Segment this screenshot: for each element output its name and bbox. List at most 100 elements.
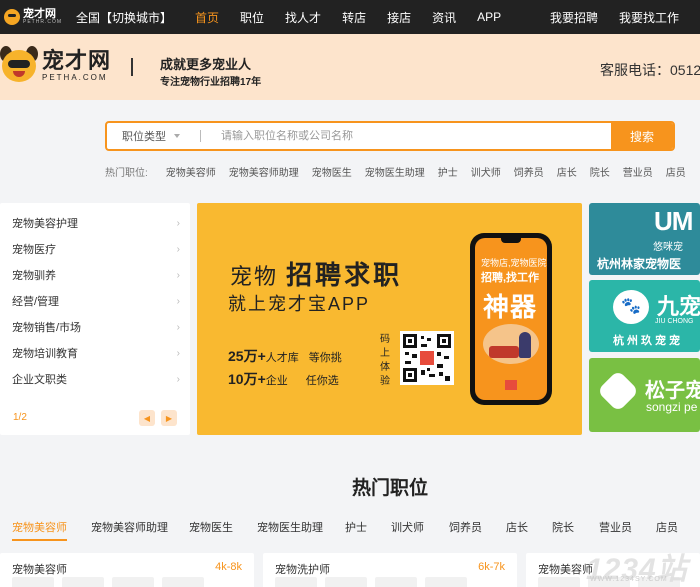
header-divider [131, 58, 133, 76]
hot-job-link[interactable]: 店长 [557, 164, 577, 179]
stat-tag: 等你挑 [308, 352, 342, 364]
site-logo-small[interactable]: 宠才网 PETHR.COM [4, 9, 64, 25]
nav-talent[interactable]: 找人才 [285, 9, 321, 26]
logo-name: 宠才网 [42, 48, 112, 73]
category-label: 宠物驯养 [12, 270, 56, 282]
hot-job-link[interactable]: 院长 [590, 164, 610, 179]
tab-pet-groomer[interactable]: 宠物美容师 [12, 519, 67, 535]
stat-unit: 企业 [265, 375, 288, 387]
tab-store-manager[interactable]: 店长 [506, 519, 528, 535]
banner-subheadline: 就上宠才宝APP [228, 294, 371, 314]
chevron-right-icon: › [176, 373, 180, 385]
job-salary: 6k-7k [478, 561, 505, 573]
ad-logo: 九宠 [657, 294, 700, 319]
banner-stat-talent: 25万+人才库 等你挑 [228, 346, 342, 366]
job-card[interactable]: 宠物洗护师 6k-7k [263, 553, 517, 587]
tab-clerk[interactable]: 店员 [656, 519, 678, 535]
hot-job-link[interactable]: 店员 [666, 164, 686, 179]
banner-headline-big: 招聘求职 [286, 260, 403, 290]
screen-line-3: 神器 [483, 292, 538, 322]
job-title: 宠物美容师 [538, 564, 593, 576]
tab-sales[interactable]: 营业员 [599, 519, 632, 535]
hot-job-link[interactable]: 营业员 [623, 164, 653, 179]
stat-unit: 人才库 [265, 352, 299, 364]
job-type-select[interactable]: 职位类型 [107, 128, 185, 144]
category-item[interactable]: 宠物销售/市场 › [12, 314, 180, 340]
find-job-link[interactable]: 我要找工作 [619, 9, 679, 26]
ad-logo: 松子宠 [645, 380, 700, 402]
hot-job-link[interactable]: 宠物美容师助理 [229, 164, 299, 179]
job-type-label: 职位类型 [122, 131, 166, 143]
chevron-right-icon: › [176, 295, 180, 307]
category-item[interactable]: 经营/管理 › [12, 288, 180, 314]
logo-domain: PETHR.COM [23, 19, 62, 25]
nav-jobs[interactable]: 职位 [240, 9, 264, 26]
site-header: 宠才网 PETHA.COM 成就更多宠业人 专注宠物行业招聘17年 客服电话：0… [0, 34, 700, 100]
tab-vet[interactable]: 宠物医生 [189, 519, 233, 535]
tab-keeper[interactable]: 饲养员 [449, 519, 482, 535]
chevron-right-icon: › [176, 347, 180, 359]
chevron-down-icon [174, 134, 180, 138]
category-item[interactable]: 宠物美容护理 › [12, 210, 180, 236]
ad-logo: UM [654, 206, 693, 236]
ad-subtitle: songzi pe [646, 400, 698, 414]
prev-page-button[interactable]: ◀ [139, 410, 155, 426]
screen-line-2: 招聘,找工作 [481, 272, 540, 284]
ad-um-pet[interactable]: UM 悠咪宠 杭州林家宠物医 [589, 203, 700, 275]
tab-nurse[interactable]: 护士 [345, 519, 367, 535]
dog-mascot-icon [0, 44, 40, 88]
job-salary: 4k-8k [215, 561, 242, 573]
sub-slogan: 专注宠物行业招聘17年 [160, 77, 262, 88]
site-logo[interactable]: 宠才网 PETHA.COM [0, 44, 111, 88]
category-pager: 1/2 [13, 412, 27, 423]
job-title: 宠物美容师 [12, 564, 67, 576]
nav-news[interactable]: 资讯 [432, 9, 456, 26]
hot-job-link[interactable]: 训犬师 [471, 164, 501, 179]
heart-icon [596, 369, 640, 413]
watermark-url: WWW.1234SY.COM [590, 576, 668, 583]
ad-jiuchong[interactable]: 九宠 JIU CHONG 杭州玖宠宠 [589, 280, 700, 352]
nav-app[interactable]: APP [477, 10, 501, 24]
qr-code[interactable] [400, 331, 454, 385]
chevron-right-icon: › [176, 217, 180, 229]
banner-headline-small: 宠物 [230, 264, 279, 289]
dog-logo-icon [4, 9, 20, 25]
hot-job-link[interactable]: 宠物医生 [312, 164, 352, 179]
ad-subtitle: 悠咪宠 [653, 242, 683, 253]
job-title: 宠物洗护师 [275, 564, 330, 576]
category-label: 宠物美容护理 [12, 218, 78, 230]
hot-jobs-row: 热门职位: 宠物美容师 宠物美容师助理 宠物医生 宠物医生助理 护士 训犬师 饲… [105, 164, 699, 179]
hot-job-link[interactable]: 饲养员 [514, 164, 544, 179]
category-label: 宠物销售/市场 [12, 322, 82, 334]
app-banner[interactable]: 宠物 招聘求职 就上宠才宝APP 25万+人才库 等你挑 10万+企业 任你选 码上… [197, 203, 582, 435]
city-switch[interactable]: 全国【切换城市】 [76, 9, 172, 26]
category-item[interactable]: 宠物培训教育 › [12, 340, 180, 366]
tab-vet-assistant[interactable]: 宠物医生助理 [257, 519, 323, 535]
tab-director[interactable]: 院长 [552, 519, 574, 535]
recruit-link[interactable]: 我要招聘 [550, 9, 598, 26]
nav-transfer-shop[interactable]: 转店 [342, 9, 366, 26]
category-item[interactable]: 宠物医疗 › [12, 236, 180, 262]
next-page-button[interactable]: ▶ [161, 410, 177, 426]
category-item[interactable]: 企业文职类 › [12, 366, 180, 392]
active-tab-indicator [12, 539, 67, 541]
tab-dog-trainer[interactable]: 训犬师 [391, 519, 424, 535]
nav-home[interactable]: 首页 [195, 9, 219, 26]
logo-domain: PETHA.COM [42, 73, 108, 82]
chevron-right-icon: › [176, 269, 180, 281]
job-tabs: 宠物美容师 宠物美容师助理 宠物医生 宠物医生助理 护士 训犬师 饲养员 店长 … [0, 512, 700, 542]
category-item[interactable]: 宠物驯养 › [12, 262, 180, 288]
hot-job-link[interactable]: 护士 [438, 164, 458, 179]
hot-job-link[interactable]: 宠物美容师 [166, 164, 216, 179]
sofa-icon [489, 346, 519, 358]
job-card[interactable]: 宠物美容师 4k-8k [0, 553, 254, 587]
category-label: 宠物培训教育 [12, 348, 78, 360]
ad-songzi[interactable]: 松子宠 songzi pe [589, 358, 700, 432]
tab-groomer-assistant[interactable]: 宠物美容师助理 [91, 519, 168, 535]
category-label: 宠物医疗 [12, 244, 56, 256]
top-nav: 宠才网 PETHR.COM 全国【切换城市】 首页 职位 找人才 转店 接店 资… [0, 0, 700, 34]
search-button[interactable]: 搜索 [611, 123, 673, 149]
nav-take-shop[interactable]: 接店 [387, 9, 411, 26]
search-input[interactable] [201, 130, 611, 142]
hot-job-link[interactable]: 宠物医生助理 [365, 164, 425, 179]
